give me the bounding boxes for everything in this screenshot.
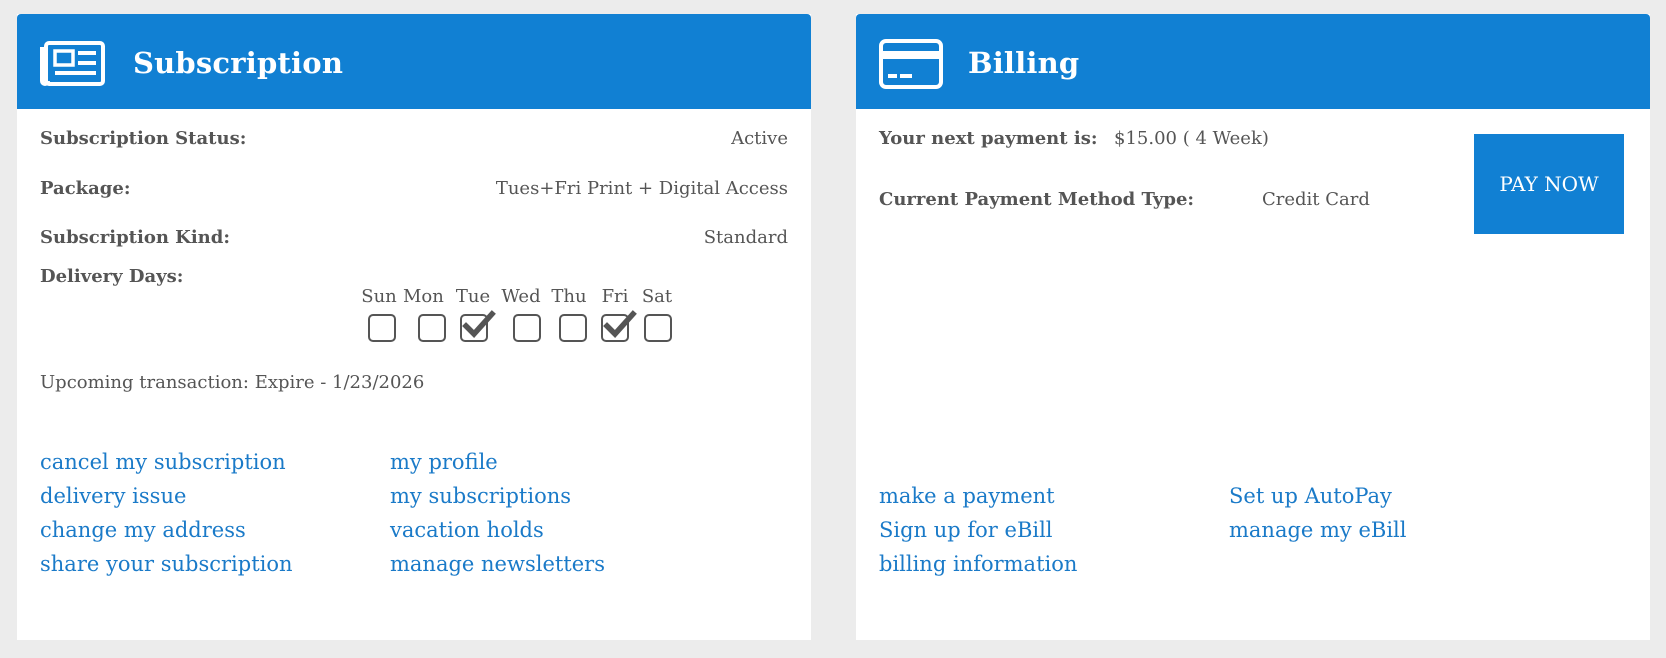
sub-links-left-link-1[interactable]: delivery issue — [40, 484, 186, 508]
next-payment-value: $15.00 ( 4 Week) — [1114, 128, 1269, 149]
subscription-title: Subscription — [133, 46, 344, 80]
kind-label: Subscription Kind: — [40, 227, 230, 248]
bill-links-left-link-0[interactable]: make a payment — [879, 484, 1055, 508]
bill-links-left-link-1[interactable]: Sign up for eBill — [879, 518, 1053, 542]
day-checkbox-5[interactable] — [601, 310, 637, 342]
kind-row: Subscription Kind: Standard — [40, 227, 788, 248]
status-label: Subscription Status: — [40, 128, 247, 149]
kind-value: Standard — [703, 227, 788, 248]
billing-card: Billing Your next payment is: $15.00 ( 4… — [856, 14, 1650, 640]
subscription-header: Subscription — [17, 14, 811, 109]
day-label-4: Thu — [551, 286, 587, 307]
sub-links-left-link-2[interactable]: change my address — [40, 518, 246, 542]
day-label-0: Sun — [361, 286, 397, 307]
day-label-3: Wed — [501, 286, 541, 307]
bill-links-left-link-2[interactable]: billing information — [879, 552, 1077, 576]
sub-links-left-link-3[interactable]: share your subscription — [40, 552, 293, 576]
billing-title: Billing — [968, 46, 1080, 80]
sub-links-right-link-0[interactable]: my profile — [390, 450, 498, 474]
payment-method-label: Current Payment Method Type: — [879, 189, 1195, 210]
credit-card-icon — [879, 39, 943, 93]
day-label-2: Tue — [455, 286, 491, 307]
day-checkbox-4[interactable] — [559, 314, 587, 342]
package-label: Package: — [40, 178, 131, 199]
newspaper-icon — [40, 41, 106, 91]
pay-now-button[interactable]: PAY NOW — [1474, 134, 1624, 234]
billing-header: Billing — [856, 14, 1650, 109]
delivery-row: Delivery Days: — [40, 266, 788, 287]
sub-links-left-link-0[interactable]: cancel my subscription — [40, 450, 286, 474]
delivery-label: Delivery Days: — [40, 266, 184, 287]
sub-links-right-link-2[interactable]: vacation holds — [390, 518, 544, 542]
upcoming-transaction: Upcoming transaction: Expire - 1/23/2026 — [40, 372, 425, 393]
checkmark-icon — [603, 310, 637, 338]
subscription-card: Subscription Subscription Status: Active… — [17, 14, 811, 640]
day-label-1: Mon — [403, 286, 444, 307]
day-checkbox-0[interactable] — [368, 314, 396, 342]
bill-links-right-link-0[interactable]: Set up AutoPay — [1229, 484, 1392, 508]
package-row: Package: Tues+Fri Print + Digital Access — [40, 178, 788, 199]
package-value: Tues+Fri Print + Digital Access — [495, 178, 788, 199]
sub-links-right-link-1[interactable]: my subscriptions — [390, 484, 571, 508]
day-checkbox-6[interactable] — [644, 314, 672, 342]
day-checkbox-1[interactable] — [418, 314, 446, 342]
day-label-6: Sat — [641, 286, 673, 307]
payment-method-value: Credit Card — [1262, 189, 1370, 210]
sub-links-right-link-3[interactable]: manage newsletters — [390, 552, 605, 576]
status-row: Subscription Status: Active — [40, 128, 788, 149]
day-label-5: Fri — [601, 286, 629, 307]
day-checkbox-3[interactable] — [513, 314, 541, 342]
bill-links-right-link-1[interactable]: manage my eBill — [1229, 518, 1407, 542]
day-checkbox-2[interactable] — [460, 310, 496, 342]
status-value: Active — [731, 128, 788, 149]
next-payment-label: Your next payment is: — [879, 128, 1098, 149]
checkmark-icon — [462, 310, 496, 338]
